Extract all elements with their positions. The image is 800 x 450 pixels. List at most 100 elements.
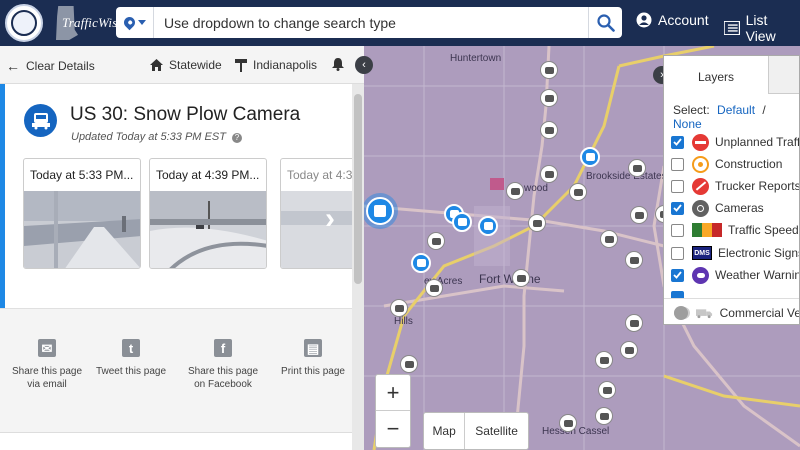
layer-checkbox[interactable] (671, 223, 684, 237)
commercial-label: Commercial Ve (719, 305, 800, 320)
plow-marker[interactable] (452, 212, 472, 232)
zoom-in-button[interactable]: + (376, 375, 410, 411)
layer-item-signs[interactable]: DMS Electronic Signs (671, 243, 799, 263)
camera-marker[interactable] (540, 61, 558, 79)
camera-marker[interactable] (620, 341, 638, 359)
print-button[interactable]: ▤ Print this page (273, 339, 353, 378)
camera-image-card[interactable]: Today at 5:33 PM... (23, 158, 141, 269)
construction-icon (692, 155, 709, 173)
weather-icon (692, 266, 709, 284)
camera-marker[interactable] (595, 351, 613, 369)
layer-item-weather[interactable]: Weather Warnings (671, 265, 799, 285)
tweet-label: Tweet this page (95, 366, 167, 377)
select-row: Select: Default / None (673, 103, 799, 131)
layer-item-unplanned[interactable]: Unplanned Traffic Ev (671, 132, 799, 152)
camera-marker[interactable] (506, 182, 524, 200)
camera-marker[interactable] (559, 414, 577, 432)
arrow-left-icon: ← (6, 58, 20, 74)
layer-checkbox[interactable] (671, 201, 684, 215)
tab-secondary[interactable] (769, 56, 799, 94)
state-seal-logo[interactable] (5, 4, 43, 42)
share-email-button[interactable]: ✉ Share this page via email (7, 339, 87, 391)
commercial-toggle[interactable] (674, 305, 691, 320)
camera-marker[interactable] (425, 279, 443, 297)
alerts-button[interactable] (332, 58, 344, 71)
account-button[interactable]: Account (636, 12, 709, 28)
place-label: Brookside Estates (586, 171, 667, 182)
commercial-vehicle-toggle-row[interactable]: Commercial Ve (664, 298, 800, 324)
dms-sign-icon: DMS (692, 246, 712, 260)
map-type-control: Map Satellite (423, 412, 529, 450)
collapse-panel-icon[interactable]: ‹ (355, 56, 373, 74)
chevron-right-icon[interactable]: › (325, 202, 335, 236)
camera-marker[interactable] (512, 269, 530, 287)
layer-checkbox[interactable] (671, 135, 684, 149)
search-type-dropdown[interactable] (116, 7, 154, 38)
camera-marker[interactable] (630, 206, 648, 224)
map-type-map-button[interactable]: Map (424, 413, 466, 449)
share-section: ✉ Share this page via email t Tweet this… (0, 308, 352, 408)
layer-item-trucker[interactable]: Trucker Reports (671, 176, 800, 196)
print-icon: ▤ (304, 339, 322, 357)
truck-icon (696, 308, 713, 318)
select-default-link[interactable]: Default (717, 103, 755, 117)
camera-marker[interactable] (540, 89, 558, 107)
camera-image-card[interactable]: Today at 4:39 PM... (149, 158, 267, 269)
zoom-out-button[interactable]: − (376, 411, 410, 447)
help-icon[interactable]: ? (231, 133, 242, 143)
statewide-button[interactable]: Statewide (150, 58, 222, 72)
camera-marker[interactable] (600, 230, 618, 248)
layer-label: Cameras (715, 201, 764, 215)
select-none-link[interactable]: None (673, 117, 702, 131)
layer-checkbox[interactable] (671, 268, 684, 282)
plow-marker[interactable] (580, 147, 600, 167)
search-button[interactable] (588, 7, 622, 38)
layer-item-cameras[interactable]: Cameras (671, 198, 764, 218)
camera-marker[interactable] (540, 165, 558, 183)
layer-label: Trucker Reports (715, 179, 800, 193)
camera-marker[interactable] (598, 381, 616, 399)
snow-plow-icon (24, 104, 57, 137)
layer-item-speeds[interactable]: Traffic Speeds (671, 220, 800, 240)
plow-marker[interactable] (478, 216, 498, 236)
tab-layers[interactable]: Layers (664, 56, 769, 94)
panel-scrollbar[interactable] (352, 84, 364, 450)
list-view-button[interactable]: List View (724, 12, 800, 44)
layer-label: Traffic Speeds (728, 223, 800, 237)
layer-label: Construction (715, 157, 783, 171)
user-icon (636, 12, 652, 28)
layer-checkbox[interactable] (671, 246, 684, 260)
camera-marker[interactable] (400, 355, 418, 373)
layer-checkbox[interactable] (671, 179, 684, 193)
camera-marker[interactable] (595, 407, 613, 425)
brand-logo-text[interactable]: TrafficWise (62, 15, 123, 31)
camera-marker[interactable] (625, 251, 643, 269)
indianapolis-button[interactable]: Indianapolis (235, 58, 317, 72)
plow-marker[interactable] (411, 253, 431, 273)
search-input[interactable] (156, 7, 586, 38)
clear-details-button[interactable]: ← Clear Details (6, 58, 95, 74)
camera-marker[interactable] (625, 314, 643, 332)
camera-marker[interactable] (628, 159, 646, 177)
layer-checkbox[interactable] (671, 157, 684, 171)
selected-plow-marker[interactable] (366, 197, 394, 225)
camera-marker[interactable] (540, 121, 558, 139)
camera-marker[interactable] (528, 214, 546, 232)
no-entry-icon (692, 133, 709, 151)
share-facebook-label: Share this page on Facebook (187, 366, 259, 390)
trucker-icon (692, 177, 709, 195)
camera-marker[interactable] (427, 232, 445, 250)
panel-scrollbar-thumb[interactable] (354, 94, 362, 284)
camera-marker[interactable] (390, 299, 408, 317)
camera-icon (692, 199, 709, 217)
twitter-icon: t (122, 339, 140, 357)
list-view-label: List View (745, 12, 776, 44)
share-email-label: Share this page via email (11, 366, 83, 390)
tweet-button[interactable]: t Tweet this page (91, 339, 171, 378)
updated-text: Updated Today at 5:33 PM EST (71, 131, 226, 143)
layer-item-construction[interactable]: Construction (671, 154, 782, 174)
share-facebook-button[interactable]: f Share this page on Facebook (183, 339, 263, 391)
camera-marker[interactable] (569, 183, 587, 201)
indianapolis-label: Indianapolis (253, 58, 318, 72)
map-type-satellite-button[interactable]: Satellite (465, 413, 528, 449)
